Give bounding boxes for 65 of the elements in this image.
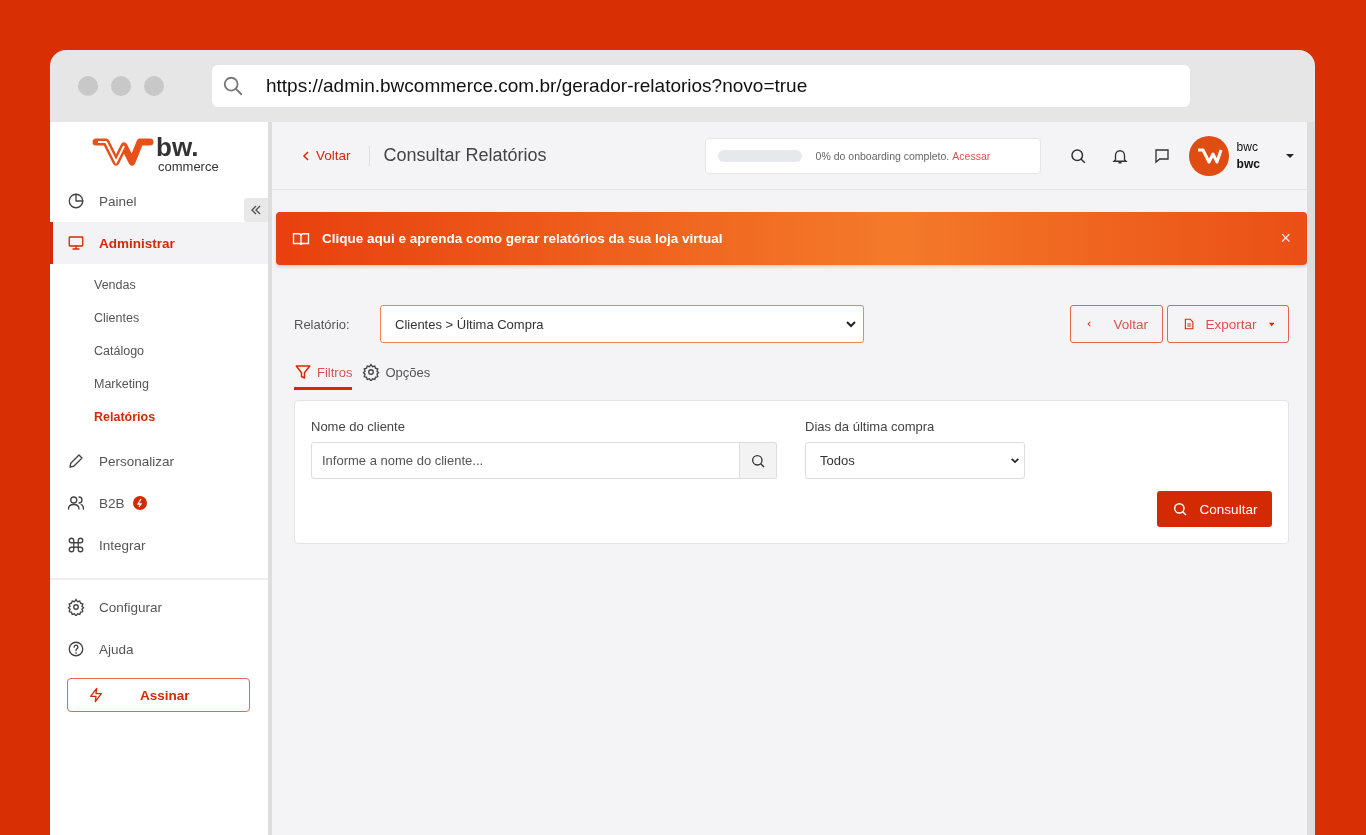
collapse-sidebar-button[interactable] (244, 198, 268, 222)
sidebar-item[interactable]: Administrar (50, 222, 268, 264)
report-select[interactable]: Clientes > Última Compra (380, 305, 864, 343)
logo-wordmark: bw. (156, 134, 200, 160)
document-icon (1184, 316, 1194, 332)
submenu-item[interactable]: Clientes (94, 302, 268, 335)
tab[interactable]: Opções (362, 361, 431, 390)
customer-name-field[interactable]: Informe a nome do cliente... (311, 442, 740, 479)
caret-icon[interactable] (1284, 152, 1295, 159)
pencil-icon (67, 452, 85, 470)
sidebar-item[interactable]: B2B (50, 482, 268, 524)
settings-icon (362, 363, 381, 381)
search-icon[interactable] (1068, 146, 1087, 165)
user-name: bwc (1236, 138, 1259, 156)
company-name: bwc (1236, 155, 1261, 173)
onboarding-text: 0% do onboarding completo. (815, 149, 950, 162)
days-select[interactable]: Todos (805, 442, 1025, 479)
logo-tagline: commerce (158, 160, 219, 173)
double-chevron-left-icon (250, 204, 262, 216)
filter-icon (294, 363, 312, 381)
cmd-icon (67, 536, 85, 554)
field-label: Dias da última compra (805, 419, 936, 434)
window-control-dot[interactable] (78, 76, 98, 96)
submenu-item[interactable]: Relatórios (94, 401, 268, 434)
search-button[interactable] (740, 442, 777, 479)
tab[interactable]: Filtros (294, 361, 353, 390)
help-banner[interactable]: Clique aqui e aprenda como gerar relatórios da sua loja virtual × (276, 212, 1307, 265)
sidebar-item[interactable]: Integrar (50, 524, 268, 566)
caret-icon (1268, 321, 1274, 327)
monitor-icon (67, 234, 85, 252)
sidebar-item[interactable]: Painel (50, 180, 242, 222)
avatar-icon[interactable] (1188, 135, 1229, 176)
chat-icon[interactable] (1152, 146, 1171, 165)
search-icon (750, 452, 766, 469)
pie-icon (67, 192, 85, 210)
help-icon (67, 640, 85, 658)
submenu-item[interactable]: Catálogo (94, 335, 268, 368)
report-label: Relatório: (294, 316, 351, 332)
page-title: Consultar Relatórios (383, 145, 547, 166)
settings-icon (67, 598, 85, 616)
search-icon (1171, 501, 1188, 517)
scrollbar[interactable] (1307, 122, 1315, 835)
onboarding-link[interactable]: Acessar (952, 149, 991, 162)
window-control-dot[interactable] (144, 76, 164, 96)
chevron-down-icon (1010, 457, 1020, 464)
submenu-item[interactable]: Marketing (94, 368, 268, 401)
chevron-down-icon (845, 320, 857, 328)
chevron-left-icon (302, 150, 310, 161)
field-label: Nome do cliente (311, 419, 406, 434)
window-control-dot[interactable] (111, 76, 131, 96)
users-icon (67, 494, 85, 512)
submenu-item[interactable]: Vendas (94, 269, 268, 302)
address-bar[interactable]: https://admin.bwcommerce.com.br/gerador-relatorios?novo=true (212, 65, 1190, 107)
search-submit-button[interactable]: Consultar (1157, 491, 1272, 527)
sidebar-item[interactable]: Ajuda (50, 628, 268, 670)
search-icon (222, 75, 244, 97)
banner-text: Clique aqui e aprenda como gerar relatórios da sua loja virtual (322, 231, 724, 246)
sidebar-item[interactable]: Personalizar (50, 440, 268, 482)
back-link[interactable]: Voltar (302, 148, 351, 163)
lightning-icon (88, 687, 104, 703)
export-button[interactable]: Exportar (1167, 305, 1289, 343)
back-button[interactable]: Voltar (1070, 305, 1163, 343)
subscribe-button[interactable]: Assinar (67, 678, 250, 712)
url-text: https://admin.bwcommerce.com.br/gerador-relatorios?novo=true (266, 75, 808, 97)
sidebar-item[interactable]: Configurar (50, 586, 268, 628)
